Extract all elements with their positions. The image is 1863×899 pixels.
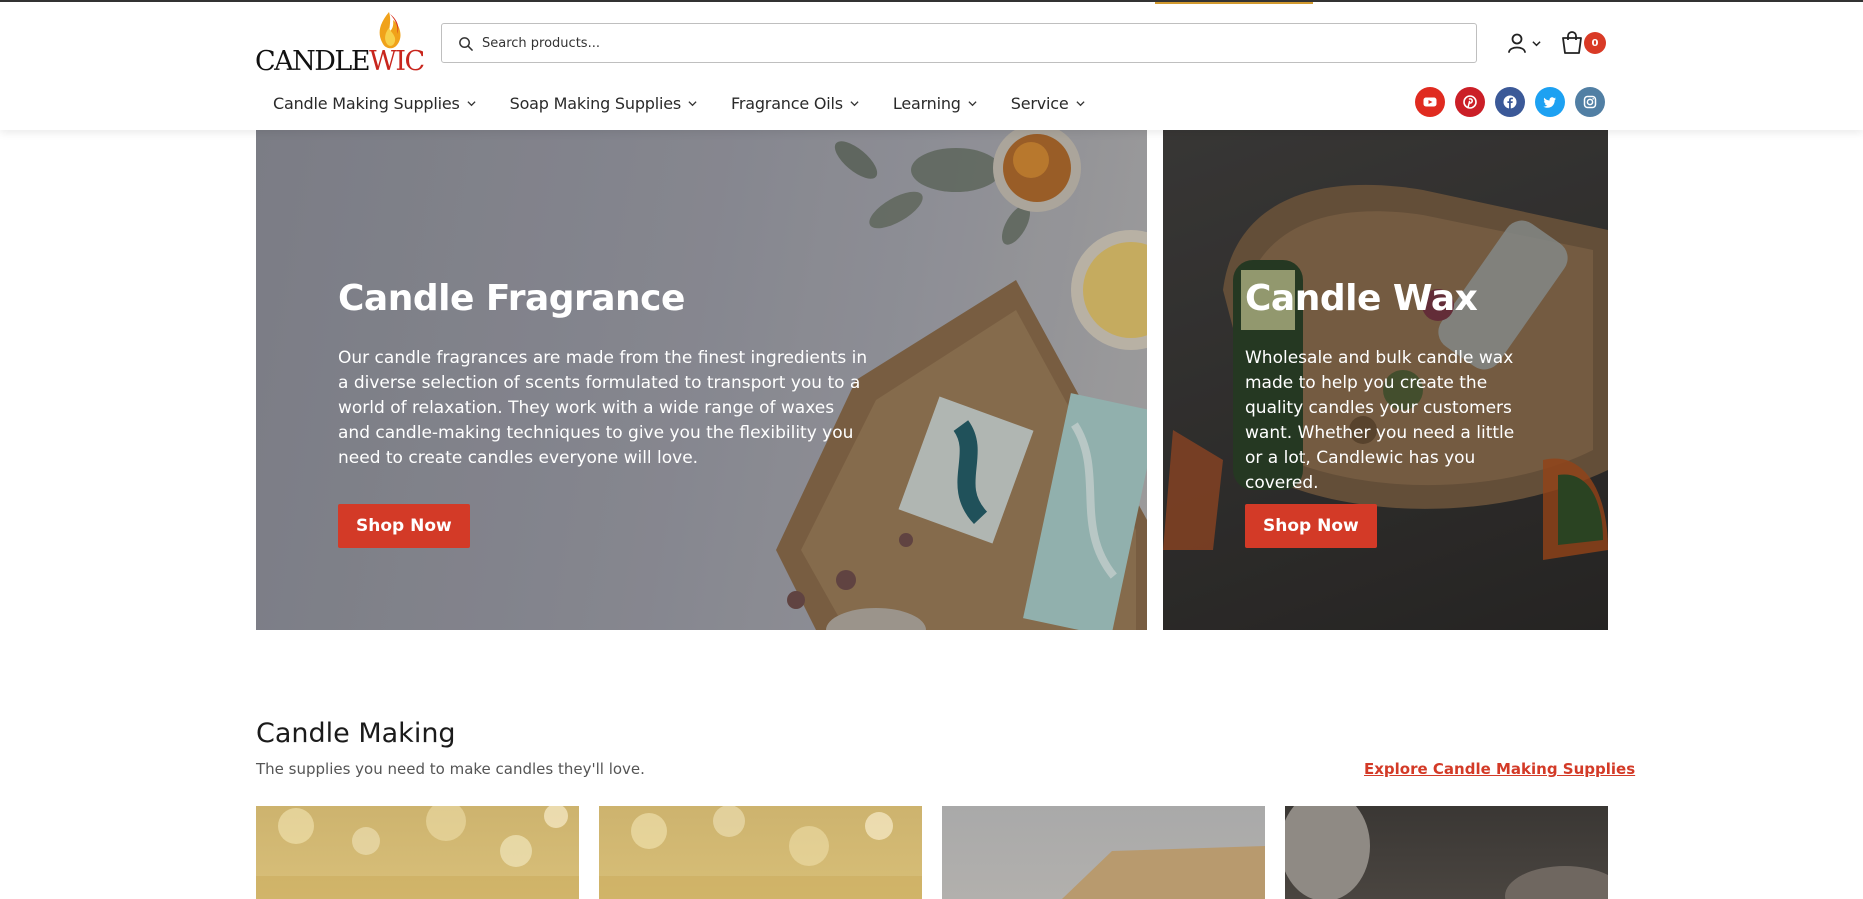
nav-fragrance-oils[interactable]: Fragrance Oils [731, 94, 859, 113]
chevron-down-icon [1075, 101, 1085, 107]
nav-label: Candle Making Supplies [273, 94, 460, 113]
hero-description: Wholesale and bulk candle wax made to he… [1245, 348, 1515, 493]
user-icon [1508, 33, 1526, 53]
section-title: Candle Making [256, 718, 456, 749]
chevron-down-icon [467, 101, 476, 107]
product-tile[interactable] [1285, 806, 1608, 899]
nav-label: Learning [892, 94, 961, 113]
nav-learning[interactable]: Learning [893, 94, 977, 113]
shop-now-button[interactable]: Shop Now [338, 504, 470, 548]
facebook-link[interactable] [1495, 87, 1525, 117]
chevron-down-icon [968, 101, 977, 107]
search-input[interactable] [482, 35, 1382, 51]
hero-description: Our candle fragrances are made from the … [338, 348, 868, 468]
cart-button[interactable]: 0 [1560, 28, 1610, 58]
social-links [1415, 87, 1605, 117]
section-subtitle: The supplies you need to make candles th… [256, 760, 645, 778]
product-image [599, 806, 922, 899]
pinterest-link[interactable] [1455, 87, 1485, 117]
hero-candle-fragrance: Candle Fragrance Our candle fragrances a… [256, 130, 1147, 630]
nav-service[interactable]: Service [1011, 94, 1085, 113]
search-icon [459, 36, 473, 51]
instagram-link[interactable] [1575, 87, 1605, 117]
main-nav: Candle Making Supplies Soap Making Suppl… [273, 94, 1119, 113]
search-bar[interactable] [441, 23, 1477, 63]
product-image [1062, 846, 1265, 899]
nav-label: Soap Making Supplies [509, 94, 682, 113]
shop-now-button[interactable]: Shop Now [1245, 504, 1377, 548]
hero-title: Candle Fragrance [338, 278, 685, 319]
logo-wordmark: CANDLEWIC [255, 46, 425, 77]
chevron-down-icon [688, 101, 697, 107]
site-header: CANDLEWIC 0 Candle Making Supplies Soap … [0, 0, 1863, 130]
explore-candle-making-link[interactable]: Explore Candle Making Supplies [1364, 760, 1635, 778]
product-tile[interactable] [256, 806, 579, 899]
chevron-down-icon [1532, 40, 1541, 46]
youtube-icon [1423, 97, 1437, 107]
chevron-down-icon [850, 101, 859, 107]
twitter-icon [1543, 97, 1556, 108]
account-menu[interactable] [1506, 30, 1546, 56]
pinterest-icon [1463, 95, 1477, 109]
hero-title: Candle Wax [1245, 278, 1478, 319]
cart-count-badge: 0 [1584, 32, 1606, 54]
facebook-icon [1503, 95, 1517, 109]
cart-icon [1562, 31, 1582, 54]
top-accent-bar [1155, 2, 1313, 4]
product-image [256, 806, 579, 899]
hero-candle-wax: Candle Wax Wholesale and bulk candle wax… [1163, 130, 1608, 630]
product-tile[interactable] [599, 806, 922, 899]
candlewic-logo[interactable]: CANDLEWIC [255, 10, 425, 77]
product-image [1285, 806, 1608, 899]
nav-soap-making-supplies[interactable]: Soap Making Supplies [510, 94, 697, 113]
nav-candle-making-supplies[interactable]: Candle Making Supplies [273, 94, 476, 113]
youtube-link[interactable] [1415, 87, 1445, 117]
twitter-link[interactable] [1535, 87, 1565, 117]
product-tile[interactable] [942, 806, 1265, 899]
instagram-icon [1583, 95, 1597, 109]
nav-label: Service [1010, 94, 1069, 113]
nav-label: Fragrance Oils [731, 94, 843, 113]
